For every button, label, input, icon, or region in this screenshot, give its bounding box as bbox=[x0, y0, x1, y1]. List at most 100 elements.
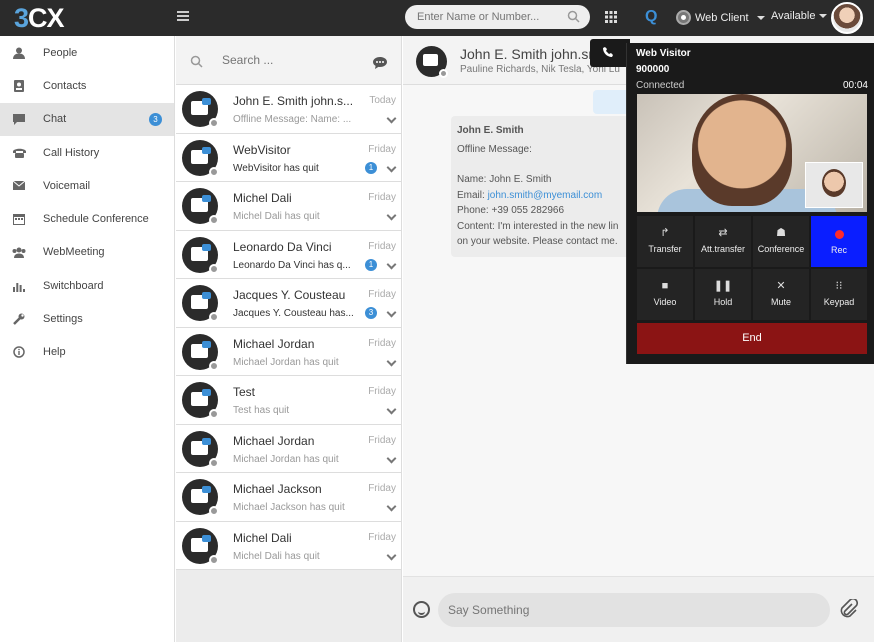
conversation-search-input[interactable] bbox=[222, 53, 362, 67]
webchat-avatar bbox=[182, 236, 219, 274]
message-line: Content: I'm interested in the new lin bbox=[457, 220, 619, 232]
web-client-menu[interactable]: Web Client bbox=[676, 10, 765, 25]
sidebar-item-label: Call History bbox=[43, 146, 100, 159]
conversation-item[interactable]: Michel Dali Friday Michel Dali has quit bbox=[176, 182, 401, 231]
sidebar-item-label: Settings bbox=[43, 313, 83, 326]
offline-status-dot bbox=[209, 215, 219, 225]
emoji-icon[interactable] bbox=[413, 601, 430, 618]
webchat-avatar bbox=[182, 139, 219, 177]
chat-title: John E. Smith john.sm bbox=[460, 46, 601, 62]
global-search-input[interactable] bbox=[405, 5, 555, 29]
sidebar-item-voicemail[interactable]: Voicemail bbox=[0, 169, 174, 202]
search-icon bbox=[190, 55, 203, 68]
conversation-name: Test bbox=[233, 385, 256, 399]
new-chat-icon[interactable] bbox=[373, 57, 387, 69]
search-icon[interactable] bbox=[567, 10, 580, 23]
hold-button[interactable]: ❚❚ Hold bbox=[695, 269, 751, 320]
record-button[interactable]: Rec bbox=[811, 216, 867, 267]
webchat-avatar bbox=[182, 285, 219, 322]
conversation-day: Friday bbox=[368, 240, 396, 252]
conversation-name: Michael Jordan bbox=[233, 433, 315, 448]
transfer-button[interactable]: ↱ Transfer bbox=[637, 216, 693, 267]
conversation-item[interactable]: Jacques Y. Cousteau Friday Jacques Y. Co… bbox=[176, 279, 401, 328]
logo-letters: CX bbox=[28, 3, 65, 33]
offline-status-dot bbox=[209, 263, 219, 274]
sidebar-item-label: Contacts bbox=[43, 79, 87, 92]
conversation-preview: Michel Dali has quit bbox=[233, 211, 320, 222]
conversation-preview: WebVisitor has quit bbox=[233, 162, 319, 174]
keypad-button[interactable]: ⁝⁝ Keypad bbox=[811, 269, 867, 320]
button-label: Rec bbox=[830, 245, 847, 255]
sidebar-item-help[interactable]: Help bbox=[0, 336, 174, 369]
message-line: Name: John E. Smith bbox=[457, 174, 552, 185]
conference-button[interactable]: ☗ Conference bbox=[753, 216, 809, 267]
conversation-item[interactable]: Test Friday Test has quit bbox=[176, 376, 401, 425]
conversation-item[interactable]: Michael Jackson Friday Michael Jackson h… bbox=[176, 473, 401, 522]
3cx-logo[interactable]: 3CX bbox=[14, 3, 65, 34]
mute-button[interactable]: ✕ Mute bbox=[753, 269, 809, 320]
status-menu[interactable]: Available bbox=[771, 10, 828, 22]
button-label: Keypad bbox=[823, 297, 855, 307]
chevron-down-icon[interactable] bbox=[386, 113, 397, 124]
email-link[interactable]: john.smith@myemail.com bbox=[488, 190, 603, 201]
att-transfer-button[interactable]: ⇄ Att.transfer bbox=[695, 216, 751, 267]
conversation-item[interactable]: Michel Dali Friday Michel Dali has quit bbox=[176, 521, 401, 570]
attachment-icon[interactable] bbox=[840, 599, 858, 619]
sidebar-item-label: Chat bbox=[43, 113, 67, 126]
conversation-name: Leonardo Da Vinci bbox=[233, 239, 332, 254]
chat-message: John E. Smith Offline Message: Name: Joh… bbox=[451, 116, 641, 257]
sidebar-item-contacts[interactable]: Contacts bbox=[0, 69, 174, 102]
caller-name: Web Visitor bbox=[636, 48, 691, 59]
video-button[interactable]: ■ Video bbox=[637, 269, 693, 320]
chevron-down-icon[interactable] bbox=[386, 453, 397, 463]
envelope-icon bbox=[12, 179, 26, 193]
webchat-avatar bbox=[182, 382, 219, 419]
conversation-day: Today bbox=[369, 95, 396, 106]
chevron-down-icon[interactable] bbox=[386, 550, 397, 560]
offline-status-dot bbox=[209, 118, 219, 128]
conversation-item[interactable]: Leonardo Da Vinci Friday Leonardo Da Vin… bbox=[176, 230, 401, 279]
sidebar-item-label: WebMeeting bbox=[43, 246, 105, 259]
sidebar-item-label: Help bbox=[43, 346, 66, 359]
conference-icon: ☗ bbox=[776, 227, 786, 239]
sidebar-item-schedule-conference[interactable]: Schedule Conference bbox=[0, 202, 174, 235]
conversation-item[interactable]: WebVisitor Friday WebVisitor has quit 1 bbox=[176, 133, 401, 182]
sidebar-item-switchboard[interactable]: Switchboard bbox=[0, 269, 174, 302]
sidebar-item-people[interactable]: People bbox=[0, 36, 174, 69]
unread-badge: 1 bbox=[365, 258, 377, 271]
sidebar-item-call-history[interactable]: Call History bbox=[0, 136, 174, 169]
chevron-down-icon[interactable] bbox=[386, 501, 397, 512]
call-timer: 00:04 bbox=[842, 80, 868, 91]
keypad-icon: ⁝⁝ bbox=[835, 280, 843, 292]
conversation-preview: Michel Dali has quit bbox=[233, 550, 320, 562]
calendar-icon bbox=[12, 212, 26, 226]
dialpad-grid-icon[interactable] bbox=[605, 11, 617, 23]
conversation-item[interactable]: Michael Jordan Friday Michael Jordan has… bbox=[176, 424, 401, 473]
end-call-button[interactable]: End bbox=[637, 323, 867, 354]
call-state: Connected bbox=[636, 80, 685, 91]
button-label: Transfer bbox=[648, 244, 682, 254]
conversation-preview: Offline Message: Name: ... bbox=[233, 114, 352, 125]
web-client-label: Web Client bbox=[695, 11, 749, 24]
chevron-down-icon[interactable] bbox=[386, 162, 397, 172]
sidebar-item-settings[interactable]: Settings bbox=[0, 302, 174, 335]
chevron-down-icon[interactable] bbox=[386, 259, 397, 269]
hamburger-icon[interactable] bbox=[177, 11, 189, 21]
record-icon bbox=[834, 230, 844, 239]
conversation-preview: Leonardo Da Vinci has q... bbox=[233, 259, 351, 271]
chevron-down-icon[interactable] bbox=[386, 404, 397, 415]
call-tab[interactable] bbox=[590, 39, 630, 67]
sidebar-item-webmeeting[interactable]: WebMeeting bbox=[0, 236, 174, 269]
chevron-down-icon[interactable] bbox=[386, 210, 397, 221]
conversation-item[interactable]: John E. Smith john.s... Today Offline Me… bbox=[176, 85, 401, 134]
queue-icon[interactable]: Q bbox=[645, 8, 657, 26]
conversation-day: Friday bbox=[368, 192, 396, 203]
chevron-down-icon[interactable] bbox=[386, 356, 397, 366]
sidebar-item-chat[interactable]: Chat 3 bbox=[0, 102, 174, 136]
user-avatar[interactable] bbox=[831, 2, 863, 34]
chevron-down-icon[interactable] bbox=[386, 307, 397, 318]
conversation-item[interactable]: Michael Jordan Friday Michael Jordan has… bbox=[176, 327, 401, 376]
button-label: Conference bbox=[757, 244, 805, 254]
phone-icon bbox=[12, 146, 26, 160]
message-input[interactable] bbox=[438, 593, 830, 627]
